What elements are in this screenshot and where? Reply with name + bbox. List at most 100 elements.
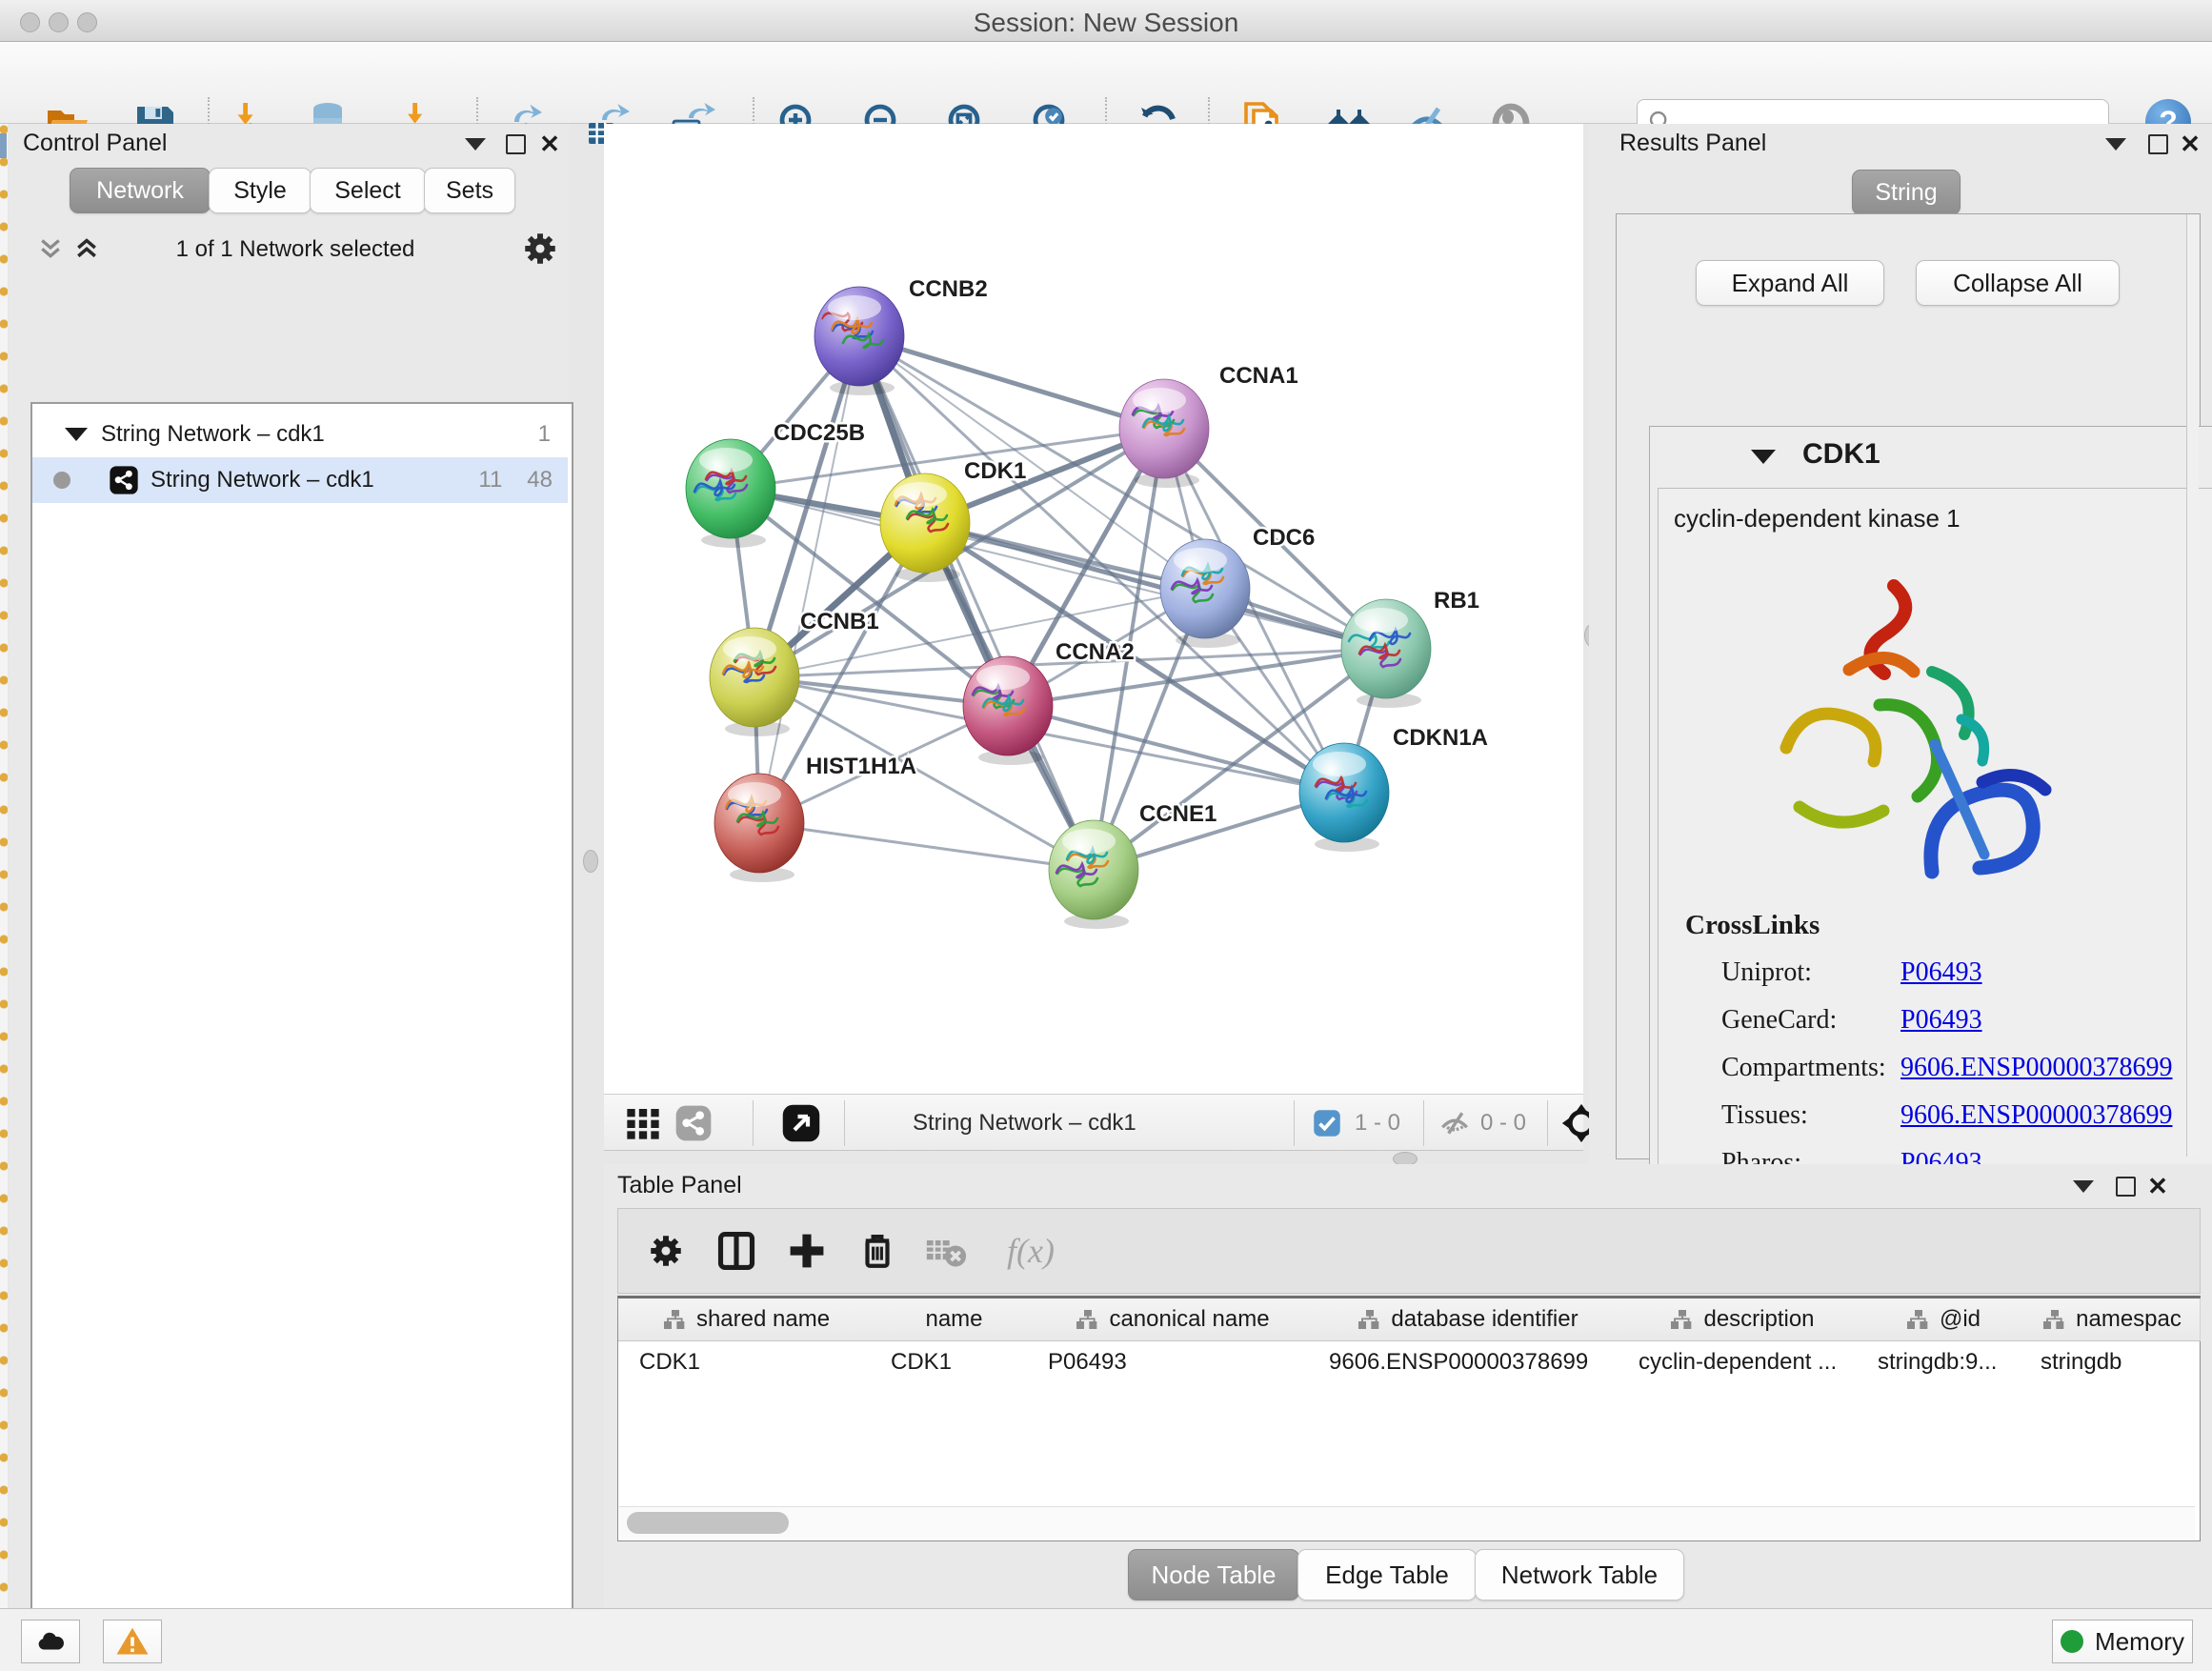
network-graph[interactable]: CCNB2CCNA1CDC25BCDK1CDC6RB1CCNB1CCNA2CDK… (604, 124, 1583, 1094)
string-network-icon (109, 465, 139, 495)
scrollbar-thumb[interactable] (627, 1512, 789, 1534)
network-edges (731, 336, 1386, 870)
table-tab-node-table[interactable]: Node Table (1128, 1549, 1299, 1601)
cloud-status-button[interactable] (21, 1620, 80, 1663)
network-row-label: String Network – cdk1 (151, 467, 374, 493)
left-splitter-handle[interactable] (583, 850, 598, 873)
function-builder-icon: f(x) (990, 1226, 1072, 1276)
control-tab-sets[interactable]: Sets (424, 168, 515, 213)
column-header-canonical-name[interactable]: canonical name (1033, 1299, 1315, 1341)
network-view-canvas[interactable]: CCNB2CCNA1CDC25BCDK1CDC6RB1CCNB1CCNA2CDK… (604, 124, 1583, 1094)
section-expander-icon[interactable] (1751, 450, 1776, 464)
results-panel-collapse-button[interactable] (2103, 131, 2128, 156)
results-scrollbar[interactable] (2186, 214, 2199, 1157)
tree-expander-icon[interactable] (65, 428, 88, 441)
open-in-window-button[interactable] (781, 1100, 821, 1146)
edge-HIST1H1A-CCNE1[interactable] (759, 823, 1094, 870)
network-birdseye-button[interactable] (674, 1100, 713, 1146)
crosslink-compartments-link[interactable]: 9606.ENSP00000378699 (1900, 1053, 2172, 1083)
delete-column-trash-icon[interactable] (853, 1226, 902, 1276)
protein-symbol: CDK1 (1802, 438, 1880, 471)
node-label-CCNE1: CCNE1 (1139, 801, 1217, 827)
column-header-database-identifier[interactable]: database identifier (1314, 1299, 1624, 1341)
network-node-CDKN1A[interactable]: CDKN1A (1299, 725, 1488, 852)
network-node-CDC6[interactable]: CDC6 (1160, 525, 1315, 648)
network-node-CCNA1[interactable]: CCNA1 (1119, 363, 1298, 488)
node-label-CCNB2: CCNB2 (909, 276, 988, 302)
column-header-label: @id (1940, 1306, 1981, 1333)
table-panel-title: Table Panel (617, 1172, 742, 1199)
protein-details-box: cyclin-dependent kinase 1 (1658, 488, 2212, 1216)
network-node-CCNE1[interactable]: CCNE1 (1049, 801, 1217, 929)
network-node-CDK1[interactable]: CDK1 (880, 458, 1026, 582)
table-settings-gear-icon[interactable] (641, 1226, 691, 1276)
string-results-box: Expand All Collapse All CDK1 cyclin-depe… (1616, 213, 2201, 1159)
control-tab-network[interactable]: Network (70, 168, 211, 213)
collapse-all-icon[interactable] (36, 233, 65, 262)
footer-divider (1294, 1100, 1295, 1146)
network-edge-count: 48 (527, 467, 553, 493)
show-columns-icon[interactable] (712, 1226, 761, 1276)
footer-divider (753, 1100, 754, 1146)
control-panel-close-button[interactable]: ✕ (537, 131, 562, 156)
network-node-RB1[interactable]: RB1 (1341, 588, 1479, 708)
table-tab-edge-table[interactable]: Edge Table (1297, 1549, 1477, 1601)
application-window: Session: New Session (0, 0, 2212, 1671)
crosslink-uniprot-link[interactable]: P06493 (1900, 957, 1982, 988)
node-label-CDC25B: CDC25B (774, 420, 865, 446)
network-selection-summary: 1 of 1 Network selected (114, 236, 476, 263)
crosslink-genecard-link[interactable]: P06493 (1900, 1005, 1982, 1036)
table-panel-close-button[interactable]: ✕ (2145, 1174, 2170, 1198)
column-header--id[interactable]: @id (1862, 1299, 2026, 1341)
collapse-all-button[interactable]: Collapse All (1916, 260, 2120, 306)
column-header-namespac[interactable]: namespac (2025, 1299, 2201, 1341)
table-tab-network-table[interactable]: Network Table (1475, 1549, 1684, 1601)
table-panel-collapse-button[interactable] (2071, 1174, 2096, 1198)
expand-all-icon[interactable] (72, 233, 101, 262)
main-toolbar: ? (0, 42, 2212, 124)
network-list: String Network – cdk1 1 String Network –… (30, 402, 573, 1671)
hidden-node-edge-count: 0 - 0 (1480, 1100, 1526, 1146)
network-node-CDC25B[interactable]: CDC25B (686, 420, 865, 548)
control-panel-float-button[interactable] (503, 131, 528, 156)
network-collection-row[interactable]: String Network – cdk1 1 (32, 412, 568, 457)
table-cell[interactable]: stringdb (2025, 1341, 2200, 1383)
network-node-HIST1H1A[interactable]: HIST1H1A (714, 754, 916, 882)
table-cell[interactable]: cyclin-dependent ... (1623, 1341, 1862, 1383)
node-label-RB1: RB1 (1434, 588, 1479, 614)
selected-checkbox[interactable] (1313, 1100, 1341, 1146)
table-horizontal-scrollbar[interactable] (619, 1506, 2195, 1539)
control-tab-select[interactable]: Select (310, 168, 426, 213)
network-collection-label: String Network – cdk1 (101, 421, 325, 448)
edge-CCNB2-CCNE1[interactable] (859, 336, 1094, 870)
network-row-selected[interactable]: String Network – cdk1 11 48 (32, 457, 568, 503)
results-panel-close-button[interactable]: ✕ (2178, 131, 2202, 156)
results-panel-float-button[interactable] (2145, 131, 2170, 156)
network-options-gear-icon[interactable] (520, 229, 560, 269)
edge-CCNB2-CCNA1[interactable] (859, 336, 1164, 429)
expand-all-button[interactable]: Expand All (1696, 260, 1884, 306)
column-header-name[interactable]: name (875, 1299, 1034, 1341)
table-cell[interactable]: P06493 (1033, 1341, 1314, 1383)
table-cell[interactable]: stringdb:9... (1862, 1341, 2025, 1383)
table-cell[interactable]: CDK1 (875, 1341, 1033, 1383)
control-tab-style[interactable]: Style (209, 168, 312, 213)
column-header-description[interactable]: description (1623, 1299, 1863, 1341)
memory-button[interactable]: Memory (2052, 1620, 2193, 1663)
column-header-shared-name[interactable]: shared name (618, 1299, 876, 1341)
table-panel-float-button[interactable] (2113, 1174, 2138, 1198)
table-cell[interactable]: 9606.ENSP00000378699 (1314, 1341, 1623, 1383)
memory-status-dot (2061, 1630, 2083, 1653)
add-column-icon[interactable] (782, 1226, 832, 1276)
footer-divider (1547, 1100, 1548, 1146)
grid-view-button[interactable] (624, 1100, 662, 1146)
hidden-eye-slash-icon[interactable] (1438, 1100, 1471, 1146)
control-panel-collapse-button[interactable] (463, 131, 488, 156)
results-tab-string[interactable]: String (1852, 170, 1961, 215)
footer-divider (844, 1100, 845, 1146)
table-cell[interactable]: CDK1 (618, 1341, 881, 1383)
crosslink-tissues-link[interactable]: 9606.ENSP00000378699 (1900, 1100, 2172, 1131)
control-panel-title: Control Panel (23, 130, 167, 157)
warnings-button[interactable] (103, 1620, 162, 1663)
footer-divider (1423, 1100, 1424, 1146)
